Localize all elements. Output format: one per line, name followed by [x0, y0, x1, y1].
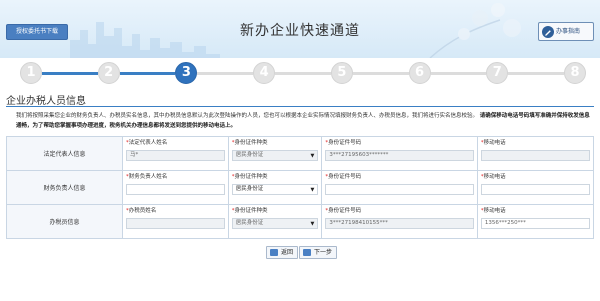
id-type-select[interactable]: 居民身份证 ▼	[231, 184, 319, 195]
field-cell: *身份证件种类 居民身份证 ▼	[227, 204, 323, 239]
field-label-text: 办税员姓名	[128, 208, 157, 214]
field-cell: *办税员姓名	[122, 204, 229, 239]
field-cell: *身份证件号码 3***27198410155***	[321, 204, 478, 239]
step-connector	[352, 72, 409, 75]
id-type-select[interactable]: 居民身份证 ▼	[231, 218, 319, 229]
step-5: 5	[330, 62, 353, 84]
field-label: *身份证件号码	[325, 173, 474, 182]
step-connector	[508, 72, 564, 75]
field-cell: *身份证件种类 居民身份证 ▼	[227, 170, 323, 205]
step-3: 3	[175, 62, 198, 84]
notice-plain: 我们将按照采集您企业的财务负责人、办税员实名信息，其中办税员信息默认为此次登陆操…	[16, 113, 479, 119]
field-label-text: 移动电话	[483, 174, 506, 180]
field-cell: *移动电话	[476, 170, 595, 205]
text-field[interactable]: 马*	[126, 150, 225, 161]
step-6: 6	[408, 62, 431, 84]
field-cell: *法定代表人姓名 马*	[122, 136, 229, 171]
field-label: *身份证件号码	[325, 207, 474, 216]
text-field[interactable]	[325, 184, 474, 195]
text-field[interactable]	[126, 184, 225, 195]
text-field[interactable]	[480, 150, 590, 161]
dropdown-arrow-icon: ▼	[310, 153, 315, 159]
field-label-text: 身份证件种类	[234, 140, 268, 146]
next-button[interactable]: 下一步	[299, 246, 338, 259]
field-label-text: 身份证件号码	[328, 140, 362, 146]
pencil-icon	[542, 26, 554, 38]
field-label-text: 身份证件号码	[328, 208, 362, 214]
select-value: 居民身份证	[235, 220, 264, 226]
step-4: 4	[253, 62, 276, 84]
progress-steps: 1 2 3 4 5 6 7 8	[12, 60, 588, 86]
field-label-text: 财务负责人姓名	[128, 174, 168, 180]
step-7: 7	[486, 62, 509, 84]
step-connector	[42, 72, 98, 75]
dropdown-arrow-icon: ▼	[310, 187, 315, 193]
back-button[interactable]: 返回	[266, 246, 299, 259]
field-cell: *身份证件种类 居民身份证 ▼	[227, 136, 323, 171]
table-row: 财务负责人信息 *财务负责人姓名 *身份证件种类 居民身份证 ▼ *身份证件号码 *移动电话	[6, 170, 595, 205]
step-connector	[197, 72, 254, 75]
section-divider	[6, 106, 594, 107]
row-label: 法定代表人信息	[6, 136, 123, 171]
field-cell: *财务负责人姓名	[122, 170, 229, 205]
step-connector	[275, 72, 331, 75]
field-label-text: 身份证件种类	[234, 174, 268, 180]
row-label: 办税员信息	[6, 204, 123, 239]
guide-button[interactable]: 办事指南	[538, 22, 594, 41]
field-label: *身份证件种类	[232, 173, 319, 182]
field-label: *移动电话	[481, 139, 590, 148]
text-field[interactable]: 3***27195603*******	[325, 150, 474, 161]
table-row: 办税员信息 *办税员姓名 *身份证件种类 居民身份证 ▼ *身份证件号码 3***27198…	[6, 204, 595, 239]
section-title: 企业办税人员信息	[6, 96, 86, 107]
step-connector	[430, 72, 487, 75]
next-icon	[303, 249, 311, 256]
page-title: 新办企业快速通道	[240, 23, 360, 39]
field-cell: *身份证件号码	[321, 170, 478, 205]
step-8: 8	[564, 62, 586, 84]
field-label: *身份证件种类	[232, 207, 319, 216]
guide-button-label: 办事指南	[556, 28, 581, 35]
field-label: *移动电话	[481, 173, 590, 182]
field-label-text: 身份证件号码	[328, 174, 362, 180]
next-button-label: 下一步	[314, 249, 333, 256]
select-value: 居民身份证	[235, 186, 264, 192]
text-field[interactable]	[126, 218, 225, 229]
text-field[interactable]: 1356***250***	[480, 218, 590, 229]
step-connector	[119, 72, 176, 75]
field-label: *身份证件种类	[232, 139, 319, 148]
field-label: *办税员姓名	[126, 207, 225, 216]
field-label: *身份证件号码	[325, 139, 474, 148]
field-cell: *身份证件号码 3***27195603*******	[321, 136, 478, 171]
field-label: *法定代表人姓名	[126, 139, 225, 148]
row-label: 财务负责人信息	[6, 170, 123, 205]
field-cell: *移动电话	[476, 136, 595, 171]
field-label-text: 移动电话	[483, 208, 506, 214]
text-field[interactable]: 3***27198410155***	[325, 218, 474, 229]
text-field[interactable]	[480, 184, 590, 195]
field-cell: *移动电话 1356***250***	[476, 204, 595, 239]
notice-text: 我们将按照采集您企业的财务负责人、办税员实名信息，其中办税员信息默认为此次登陆操…	[16, 111, 594, 131]
id-type-select[interactable]: 居民身份证 ▼	[231, 150, 319, 161]
header: 授权委托书下载 新办企业快速通道 办事指南	[0, 0, 600, 58]
back-button-label: 返回	[281, 249, 294, 256]
staff-info-table: 法定代表人信息 *法定代表人姓名 马* *身份证件种类 居民身份证 ▼ *身份证件号码 3**…	[6, 136, 595, 239]
step-2: 2	[97, 62, 120, 84]
field-label: *财务负责人姓名	[126, 173, 225, 182]
table-row: 法定代表人信息 *法定代表人姓名 马* *身份证件种类 居民身份证 ▼ *身份证件号码 3**…	[6, 136, 595, 171]
field-label: *移动电话	[481, 207, 590, 216]
field-label-text: 身份证件种类	[234, 208, 268, 214]
step-1: 1	[20, 62, 42, 84]
field-label-text: 移动电话	[483, 140, 506, 146]
field-label-text: 法定代表人姓名	[128, 140, 168, 146]
back-icon	[270, 249, 278, 256]
dropdown-arrow-icon: ▼	[310, 221, 315, 227]
select-value: 居民身份证	[235, 152, 264, 158]
